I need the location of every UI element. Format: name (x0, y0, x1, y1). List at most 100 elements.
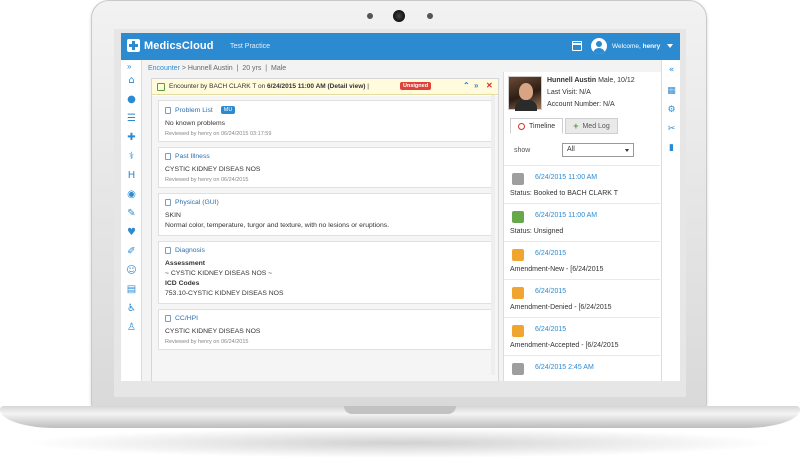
timeline-date[interactable]: 6/24/2015 (535, 250, 566, 257)
chevron-down-icon[interactable] (667, 44, 673, 48)
expand-sidebar-icon[interactable]: » (127, 62, 131, 71)
heartbeat-icon[interactable]: ♥ (126, 228, 137, 238)
section-text: CYSTIC KIDNEY DISEAS NOS (165, 328, 261, 335)
timeline-list: 6/24/2015 11:00 AM Status: Booked to BAC… (504, 165, 660, 381)
timeline-status: Amendment-Denied - [6/24/2015 (510, 304, 612, 311)
section-diagnosis: Diagnosis Assessment ~ CYSTIC KIDNEY DIS… (158, 241, 492, 304)
collapse-icon[interactable]: ⌃ (463, 81, 470, 90)
sensor-right (427, 13, 433, 19)
tab-timeline[interactable]: Timeline (510, 118, 564, 134)
amendment-icon (512, 325, 524, 337)
practice-name[interactable]: Test Practice (230, 43, 270, 50)
breadcrumb-encounter[interactable]: Encounter (148, 65, 180, 72)
breadcrumb-sex: Male (271, 65, 287, 72)
person-icon[interactable]: ♙ (126, 323, 137, 333)
right-rail: « ▦ ⚙ ✂ ▮ (661, 60, 680, 381)
document-icon (165, 153, 171, 160)
user-avatar-icon[interactable] (591, 38, 607, 54)
section-text: No known problems (165, 120, 226, 127)
account-number: Account Number: N/A (547, 101, 615, 108)
close-icon[interactable]: ✕ (486, 81, 493, 90)
timeline-item[interactable]: 6/24/2015 Amendment-Accepted - [6/24/201… (504, 317, 660, 355)
section-title[interactable]: Physical (GUI) (175, 199, 219, 206)
timeline-date[interactable]: 6/24/2015 (535, 288, 566, 295)
document-icon (165, 199, 171, 206)
users-icon[interactable]: ☺ (126, 266, 137, 276)
section-physical: Physical (GUI) SKIN Normal color, temper… (158, 193, 492, 236)
plus-icon: + (573, 121, 579, 131)
list-icon[interactable]: ☰ (126, 114, 137, 124)
medical-kit-icon (127, 39, 140, 52)
encounter-title: Encounter by BACH CLARK T on 6/24/2015 1… (169, 83, 369, 90)
timeline-date[interactable]: 6/24/2015 11:00 AM (535, 174, 597, 181)
section-title[interactable]: Past Illness (175, 153, 210, 160)
syringe-icon[interactable]: ✎ (126, 209, 137, 219)
calendar-icon (512, 173, 524, 185)
user-icon[interactable]: ● (126, 95, 137, 105)
timeline-date[interactable]: 6/24/2015 (535, 326, 566, 333)
edit-icon[interactable]: ✐ (126, 247, 137, 257)
hospital-icon[interactable]: H (126, 171, 137, 181)
section-meta: Reviewed by henry on 06/24/2015 03:17:59 (165, 131, 272, 137)
patient-photo (508, 76, 542, 111)
breadcrumb-age: 20 yrs (242, 65, 262, 72)
document-icon (165, 247, 171, 254)
webcam (393, 10, 405, 22)
user-icon (512, 363, 524, 375)
welcome-text[interactable]: Welcome, henry (612, 43, 660, 50)
filter-select[interactable]: All (562, 143, 634, 157)
expand-right-icon[interactable]: » (474, 81, 478, 90)
breadcrumb: Encounter > Hunnell Austin | 20 yrs | Ma… (148, 65, 287, 72)
laptop-mockup: MedicsCloud Test Practice Welcome, henry… (0, 0, 800, 472)
breadcrumb-patient: Hunnell Austin (187, 65, 233, 72)
timeline-item[interactable]: 6/24/2015 Amendment-Denied - [6/24/2015 (504, 279, 660, 317)
assessment-label: Assessment (165, 260, 206, 267)
timeline-date[interactable]: 6/24/2015 2:45 AM (535, 364, 594, 371)
wrench-icon[interactable]: ✂ (667, 125, 676, 134)
encounter-body: Problem List MU No known problems Review… (152, 96, 498, 381)
calendar-icon[interactable] (572, 41, 582, 51)
settings-icon[interactable]: ⚙ (667, 106, 676, 115)
timeline-item[interactable]: 6/24/2015 11:00 AM Status: Unsigned (504, 203, 660, 241)
section-past-illness: Past Illness CYSTIC KIDNEY DISEAS NOS Re… (158, 147, 492, 188)
app-logo[interactable]: MedicsCloud (127, 39, 214, 52)
timeline-item[interactable]: 6/24/2015 11:00 AM Status: Booked to BAC… (504, 165, 660, 203)
timeline-item[interactable]: 6/24/2015 Amendment-New - [6/24/2015 (504, 241, 660, 279)
sensor-left (367, 13, 373, 19)
patient-name: Hunnell Austin Male, 10/12 (547, 77, 635, 84)
collapse-rail-icon[interactable]: « (667, 66, 676, 75)
app-screen: MedicsCloud Test Practice Welcome, henry… (121, 33, 680, 381)
patient-tabs: Timeline + Med Log (510, 118, 618, 134)
section-problem-list: Problem List MU No known problems Review… (158, 100, 492, 142)
filter-label: show (514, 147, 531, 154)
section-title[interactable]: Problem List (175, 107, 213, 114)
timeline-status: Status: Booked to BACH CLARK T (510, 190, 619, 197)
grid-icon[interactable]: ▦ (667, 87, 676, 96)
document-edit-icon[interactable]: ▤ (126, 285, 137, 295)
section-text: CYSTIC KIDNEY DISEAS NOS (165, 166, 261, 173)
section-title[interactable]: Diagnosis (175, 247, 205, 254)
encounter-header: Encounter by BACH CLARK T on 6/24/2015 1… (152, 79, 498, 95)
stethoscope-icon[interactable]: ⚕ (126, 152, 137, 162)
tab-med-log[interactable]: + Med Log (565, 118, 618, 134)
ambulance-icon[interactable]: ✚ (126, 133, 137, 143)
section-cc-hpi: CC/HPI CYSTIC KIDNEY DISEAS NOS Reviewed… (158, 309, 492, 350)
clock-icon (518, 122, 525, 130)
pills-icon[interactable]: ◉ (126, 190, 137, 200)
laptop-notch (344, 406, 456, 414)
patient-panel: Hunnell Austin Male, 10/12 Last Visit: N… (503, 72, 661, 381)
home-icon[interactable]: ⌂ (126, 76, 137, 86)
timeline-date[interactable]: 6/24/2015 11:00 AM (535, 212, 597, 219)
wheelchair-icon[interactable]: ♿ (126, 304, 137, 314)
timeline-status: Amendment-Accepted - [6/24/2015 (510, 342, 619, 349)
section-title[interactable]: CC/HPI (175, 315, 198, 322)
filter-row: show All (510, 143, 658, 159)
top-bar: MedicsCloud Test Practice Welcome, henry (121, 33, 680, 60)
status-badge: Unsigned (400, 82, 432, 90)
timeline-item[interactable]: 6/24/2015 2:45 AM (504, 355, 660, 381)
book-icon[interactable]: ▮ (667, 144, 676, 153)
encounter-icon (157, 83, 165, 91)
section-meta: Reviewed by henry on 06/24/2015 (165, 177, 249, 183)
icd-value: 753.10-CYSTIC KIDNEY DISEAS NOS (165, 290, 284, 297)
encounter-scrollbar[interactable] (491, 95, 495, 375)
